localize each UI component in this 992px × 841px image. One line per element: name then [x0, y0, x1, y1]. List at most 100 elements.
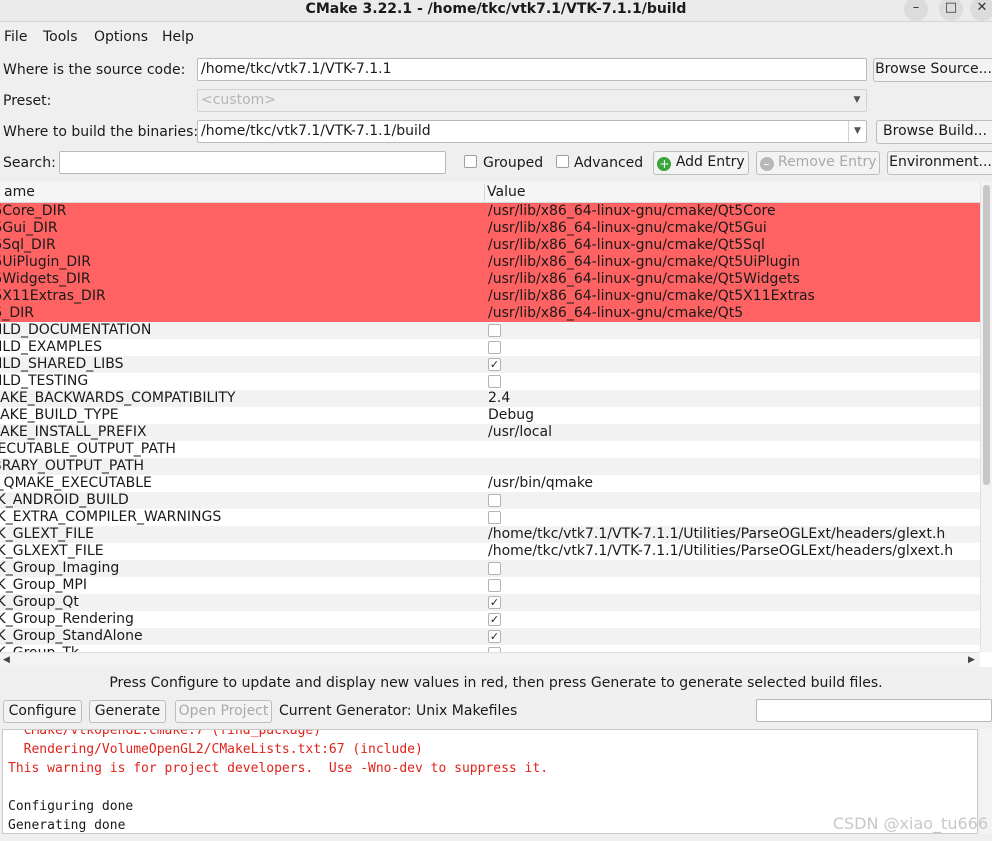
table-row[interactable]: UILD_TESTING: [0, 373, 980, 390]
table-row[interactable]: TK_ANDROID_BUILD: [0, 492, 980, 509]
name-column-header[interactable]: ame: [4, 182, 35, 203]
table-row[interactable]: TK_GLEXT_FILE/home/tkc/vtk7.1/VTK-7.1.1/…: [0, 526, 980, 543]
table-row[interactable]: MAKE_BUILD_TYPE Debug: [0, 407, 980, 424]
unchecked-checkbox[interactable]: [488, 324, 501, 337]
table-row[interactable]: t5Core_DIR/usr/lib/x86_64-linux-gnu/cmak…: [0, 203, 980, 220]
vertical-scrollbar[interactable]: [980, 182, 992, 652]
preset-label: Preset:: [3, 93, 52, 109]
build-path-combo[interactable]: /home/tkc/vtk7.1/VTK-7.1.1/build ▼: [197, 120, 867, 143]
table-row[interactable]: XECUTABLE_OUTPUT_PATH: [0, 441, 980, 458]
menu-bar: File Tools Options Help: [0, 26, 992, 48]
entry-value[interactable]: /usr/lib/x86_64-linux-gnu/cmake/Qt5Gui: [488, 220, 767, 237]
entry-value[interactable]: /usr/local: [488, 424, 552, 441]
unchecked-checkbox[interactable]: [488, 341, 501, 354]
table-row[interactable]: UILD_SHARED_LIBS ✓: [0, 356, 980, 373]
generate-button[interactable]: Generate: [89, 700, 166, 723]
horizontal-scrollbar[interactable]: ◀ ▶: [0, 652, 980, 667]
entry-name: UILD_TESTING: [0, 373, 89, 389]
minus-icon: –: [759, 157, 774, 171]
table-row[interactable]: TK_Group_MPI: [0, 577, 980, 594]
entry-value[interactable]: /usr/lib/x86_64-linux-gnu/cmake/Qt5Core: [488, 203, 776, 220]
entry-value[interactable]: /usr/bin/qmake: [488, 475, 593, 492]
menu-options[interactable]: Options: [94, 26, 148, 48]
table-row[interactable]: T_QMAKE_EXECUTABLE/usr/bin/qmake: [0, 475, 980, 492]
entry-value[interactable]: Debug: [488, 407, 534, 424]
output-lines: CMake/vtkOpenGL.cmake:7 (find_package) R…: [3, 730, 977, 833]
close-icon[interactable]: ✕: [970, 0, 992, 21]
title-bar: CMake 3.22.1 - /home/tkc/vtk7.1/VTK-7.1.…: [0, 0, 992, 22]
table-row[interactable]: UILD_EXAMPLES: [0, 339, 980, 356]
search-label: Search:: [3, 155, 56, 171]
checked-checkbox[interactable]: ✓: [488, 596, 501, 609]
entry-value[interactable]: /usr/lib/x86_64-linux-gnu/cmake/Qt5Sql: [488, 237, 765, 254]
table-row[interactable]: MAKE_BACKWARDS_COMPATIBILITY 2.4: [0, 390, 980, 407]
entry-value[interactable]: 2.4: [488, 390, 510, 407]
table-row[interactable]: TK_EXTRA_COMPILER_WARNINGS: [0, 509, 980, 526]
table-row[interactable]: TK_Group_Rendering ✓: [0, 611, 980, 628]
entry-name: UILD_EXAMPLES: [0, 339, 103, 355]
value-column-header[interactable]: Value: [487, 182, 525, 203]
table-row[interactable]: TK_Group_StandAlone ✓: [0, 628, 980, 645]
scrollbar-thumb[interactable]: [983, 185, 990, 485]
table-row[interactable]: t5Widgets_DIR/usr/lib/x86_64-linux-gnu/c…: [0, 271, 980, 288]
preset-select[interactable]: <custom> ▼: [197, 89, 867, 112]
table-row[interactable]: TK_Group_Qt ✓: [0, 594, 980, 611]
unchecked-checkbox[interactable]: [488, 579, 501, 592]
search-input[interactable]: [59, 151, 446, 174]
unchecked-checkbox[interactable]: [488, 562, 501, 575]
advanced-checkbox[interactable]: [556, 155, 569, 168]
output-log[interactable]: CMake/vtkOpenGL.cmake:7 (find_package) R…: [2, 729, 978, 834]
column-divider[interactable]: [484, 184, 485, 201]
entry-value[interactable]: /usr/lib/x86_64-linux-gnu/cmake/Qt5X11Ex…: [488, 288, 815, 305]
entry-name: UILD_SHARED_LIBS: [0, 356, 124, 372]
grouped-checkbox[interactable]: [464, 155, 477, 168]
output-filter-input[interactable]: [756, 699, 992, 722]
source-path-field[interactable]: /home/tkc/vtk7.1/VTK-7.1.1: [197, 58, 867, 81]
environment-button[interactable]: Environment...: [887, 151, 992, 175]
entry-name: TK_Group_MPI: [0, 577, 88, 593]
open-project-button[interactable]: Open Project: [175, 700, 272, 723]
checked-checkbox[interactable]: ✓: [488, 358, 501, 371]
chevron-down-icon[interactable]: ▼: [848, 121, 866, 142]
table-row[interactable]: t5_DIR/usr/lib/x86_64-linux-gnu/cmake/Qt…: [0, 305, 980, 322]
table-row[interactable]: TK_GLXEXT_FILE/home/tkc/vtk7.1/VTK-7.1.1…: [0, 543, 980, 560]
chevron-down-icon: ▼: [853, 95, 861, 105]
table-row[interactable]: t5Gui_DIR/usr/lib/x86_64-linux-gnu/cmake…: [0, 220, 980, 237]
entry-value[interactable]: /home/tkc/vtk7.1/VTK-7.1.1/Utilities/Par…: [488, 543, 953, 560]
scroll-left-icon[interactable]: ◀: [3, 653, 10, 667]
entry-name: TK_ANDROID_BUILD: [0, 492, 129, 508]
entry-value[interactable]: /usr/lib/x86_64-linux-gnu/cmake/Qt5UiPlu…: [488, 254, 800, 271]
entry-value[interactable]: /home/tkc/vtk7.1/VTK-7.1.1/Utilities/Par…: [488, 526, 945, 543]
browse-source-button[interactable]: Browse Source...: [873, 58, 992, 82]
table-row[interactable]: t5X11Extras_DIR/usr/lib/x86_64-linux-gnu…: [0, 288, 980, 305]
add-entry-button[interactable]: + Add Entry: [653, 151, 749, 175]
table-row[interactable]: t5UiPlugin_DIR/usr/lib/x86_64-linux-gnu/…: [0, 254, 980, 271]
table-row[interactable]: MAKE_INSTALL_PREFIX/usr/local: [0, 424, 980, 441]
add-entry-label: Add Entry: [675, 154, 745, 170]
scroll-right-icon[interactable]: ▶: [968, 653, 975, 667]
menu-help[interactable]: Help: [162, 26, 194, 48]
entry-name: TK_Group_StandAlone: [0, 628, 143, 644]
entry-value[interactable]: /usr/lib/x86_64-linux-gnu/cmake/Qt5Widge…: [488, 271, 800, 288]
table-row[interactable]: t5Sql_DIR/usr/lib/x86_64-linux-gnu/cmake…: [0, 237, 980, 254]
unchecked-checkbox[interactable]: [488, 375, 501, 388]
table-row[interactable]: TK_Group_Imaging: [0, 560, 980, 577]
unchecked-checkbox[interactable]: [488, 511, 501, 524]
remove-entry-button[interactable]: – Remove Entry: [756, 151, 880, 175]
configure-hint: Press Configure to update and display ne…: [109, 675, 883, 691]
entry-name: TK_Group_Imaging: [0, 560, 120, 576]
checked-checkbox[interactable]: ✓: [488, 630, 501, 643]
source-label: Where is the source code:: [3, 62, 186, 78]
browse-build-button[interactable]: Browse Build...: [876, 120, 992, 144]
entry-name: t5X11Extras_DIR: [0, 288, 106, 304]
unchecked-checkbox[interactable]: [488, 494, 501, 507]
table-row[interactable]: IBRARY_OUTPUT_PATH: [0, 458, 980, 475]
menu-file[interactable]: File: [4, 26, 27, 48]
entry-name: MAKE_BUILD_TYPE: [0, 407, 119, 423]
menu-tools[interactable]: Tools: [43, 26, 78, 48]
configure-button[interactable]: Configure: [3, 700, 82, 723]
entry-value[interactable]: /usr/lib/x86_64-linux-gnu/cmake/Qt5: [488, 305, 743, 322]
checked-checkbox[interactable]: ✓: [488, 613, 501, 626]
entry-name: IBRARY_OUTPUT_PATH: [0, 458, 145, 474]
table-row[interactable]: UILD_DOCUMENTATION: [0, 322, 980, 339]
